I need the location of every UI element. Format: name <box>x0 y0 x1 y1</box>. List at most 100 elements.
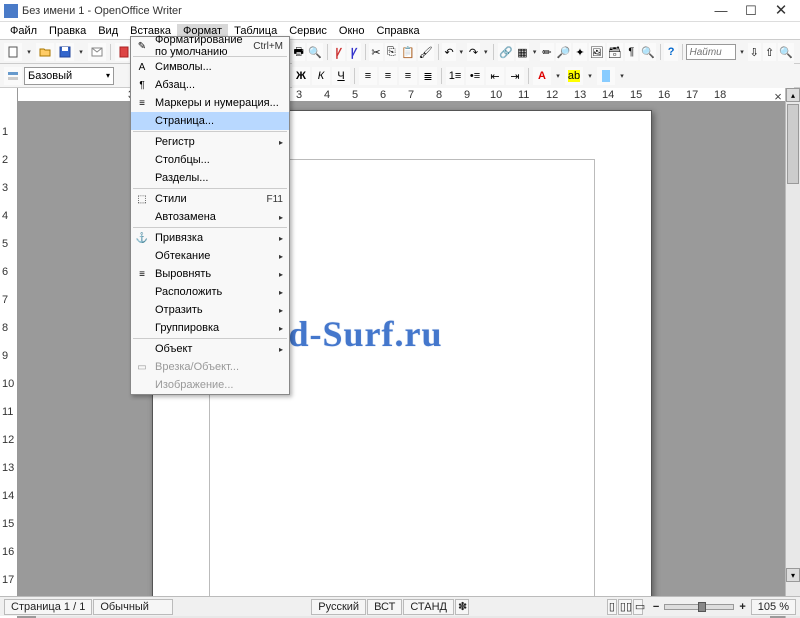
datasources-button[interactable]: 🗃 <box>607 43 623 61</box>
zoom-slider[interactable] <box>664 604 734 610</box>
cut-button[interactable]: ✂ <box>369 43 382 61</box>
menu-autoformat[interactable]: Автозамена▸ <box>131 208 289 226</box>
maximize-button[interactable]: ☐ <box>736 2 766 20</box>
menu-edit[interactable]: Правка <box>43 24 92 38</box>
scroll-up-arrow[interactable]: ▴ <box>786 88 800 102</box>
menu-file[interactable]: Файл <box>4 24 43 38</box>
menu-arrange[interactable]: Расположить▸ <box>131 283 289 301</box>
copy-button[interactable]: ⎘ <box>385 43 398 61</box>
save-button[interactable] <box>56 43 74 61</box>
bullet-list-button[interactable]: •≡ <box>466 67 484 85</box>
status-language[interactable]: Русский <box>311 599 366 615</box>
show-draw-button[interactable]: ✏ <box>540 43 553 61</box>
undo-button[interactable]: ↶ <box>442 43 455 61</box>
menu-tools[interactable]: Сервис <box>283 24 333 38</box>
status-signature[interactable]: ✽ <box>455 599 469 615</box>
preview-button[interactable]: 🔍 <box>307 43 323 61</box>
bgcolor-button[interactable] <box>597 67 615 85</box>
view-single-page-button[interactable]: ▯ <box>607 599 617 615</box>
increase-indent-button[interactable]: ⇥ <box>506 67 524 85</box>
zoom-button[interactable]: 🔍 <box>640 43 656 61</box>
nonprinting-button[interactable]: ¶ <box>625 43 638 61</box>
menu-align[interactable]: ≡Выровнять▸ <box>131 265 289 283</box>
justify-button[interactable]: ≣ <box>419 67 437 85</box>
status-page[interactable]: Страница 1 / 1 <box>4 599 92 615</box>
status-insert-mode[interactable]: ВСТ <box>367 599 402 615</box>
status-style[interactable]: Обычный <box>93 599 173 615</box>
window-title: Без имени 1 - OpenOffice Writer <box>22 5 706 17</box>
save-dropdown[interactable]: ▾ <box>76 43 86 61</box>
menu-anchor[interactable]: ⚓Привязка▸ <box>131 229 289 247</box>
autocheck-button[interactable]: Ꝩ <box>347 43 360 61</box>
find-prev-button[interactable]: ⇧ <box>763 43 776 61</box>
numbered-list-button[interactable]: 1≡ <box>446 67 464 85</box>
paragraph-style-selector[interactable]: Базовый▾ <box>24 67 114 85</box>
email-button[interactable] <box>88 43 106 61</box>
status-zoom-value[interactable]: 105 % <box>751 599 796 615</box>
char-icon: A <box>133 60 151 74</box>
table-button[interactable]: ▦ <box>516 43 529 61</box>
navigator-button[interactable]: ✦ <box>573 43 586 61</box>
zoom-handle[interactable] <box>698 602 706 612</box>
clear-format-icon: ✎ <box>133 39 151 53</box>
scroll-down-arrow[interactable]: ▾ <box>786 568 800 582</box>
help-button[interactable]: ? <box>664 43 677 61</box>
menu-window[interactable]: Окно <box>333 24 371 38</box>
decrease-indent-button[interactable]: ⇤ <box>486 67 504 85</box>
status-selection-mode[interactable]: СТАНД <box>403 599 454 615</box>
align-right-button[interactable]: ≡ <box>399 67 417 85</box>
styles-button[interactable] <box>4 67 22 85</box>
print-button[interactable]: 🖶 <box>292 43 305 61</box>
redo-button[interactable]: ↷ <box>467 43 480 61</box>
underline-button[interactable]: Ч <box>332 67 350 85</box>
zoom-out-button[interactable]: − <box>649 601 663 613</box>
menu-bullets[interactable]: ≡Маркеры и нумерация... <box>131 94 289 112</box>
find-input[interactable] <box>686 44 736 60</box>
menu-view[interactable]: Вид <box>92 24 124 38</box>
view-multi-page-button[interactable]: ▯▯ <box>618 599 632 615</box>
menu-columns[interactable]: Столбцы... <box>131 151 289 169</box>
menu-paragraph[interactable]: ¶Абзац... <box>131 76 289 94</box>
vertical-ruler[interactable]: 1 2 3 4 5 6 7 8 9 10 11 12 13 14 15 16 1… <box>0 88 18 618</box>
find-replace-button[interactable]: 🔎 <box>556 43 572 61</box>
view-book-button[interactable]: ▭ <box>633 599 643 615</box>
align-left-button[interactable]: ≡ <box>359 67 377 85</box>
style-value: Базовый <box>28 70 72 82</box>
new-doc-dropdown[interactable]: ▾ <box>24 43 34 61</box>
menu-case[interactable]: Регистр▸ <box>131 133 289 151</box>
menu-characters[interactable]: AСимволы... <box>131 58 289 76</box>
menu-flip[interactable]: Отразить▸ <box>131 301 289 319</box>
menu-default-formatting[interactable]: ✎ Форматирование по умолчанию Ctrl+M <box>131 37 289 55</box>
zoom-in-button[interactable]: + <box>735 601 749 613</box>
menu-group[interactable]: Группировка▸ <box>131 319 289 337</box>
list-icon: ≡ <box>133 96 151 110</box>
bold-button[interactable]: Ж <box>292 67 310 85</box>
minimize-button[interactable]: — <box>706 2 736 20</box>
app-icon <box>4 4 18 18</box>
menu-page[interactable]: Страница... <box>131 112 289 130</box>
format-paintbrush-button[interactable]: 🖌 <box>418 43 434 61</box>
font-color-button[interactable]: A <box>533 67 551 85</box>
menu-wrap[interactable]: Обтекание▸ <box>131 247 289 265</box>
menu-frame: ▭Врезка/Объект... <box>131 358 289 376</box>
hyperlink-button[interactable]: 🔗 <box>498 43 514 61</box>
menu-help[interactable]: Справка <box>370 24 425 38</box>
italic-button[interactable]: К <box>312 67 330 85</box>
scroll-thumb[interactable] <box>787 104 799 184</box>
close-button[interactable]: ✕ <box>766 2 796 20</box>
styles-icon: ⬚ <box>133 192 151 206</box>
gallery-button[interactable]: 🖼 <box>589 43 605 61</box>
vertical-scrollbar[interactable]: ▴ ▾ <box>785 88 800 618</box>
menu-styles[interactable]: ⬚СтилиF11 <box>131 190 289 208</box>
find-all-button[interactable]: 🔍 <box>778 43 794 61</box>
open-button[interactable] <box>36 43 54 61</box>
paste-button[interactable]: 📋 <box>400 43 416 61</box>
menu-sections[interactable]: Разделы... <box>131 169 289 187</box>
styles-icon <box>7 70 19 82</box>
align-center-button[interactable]: ≡ <box>379 67 397 85</box>
menu-object[interactable]: Объект▸ <box>131 340 289 358</box>
new-doc-button[interactable] <box>4 43 22 61</box>
spellcheck-button[interactable]: Ꝩ <box>332 43 345 61</box>
highlight-button[interactable]: ab <box>565 67 583 85</box>
find-next-button[interactable]: ⇩ <box>748 43 761 61</box>
